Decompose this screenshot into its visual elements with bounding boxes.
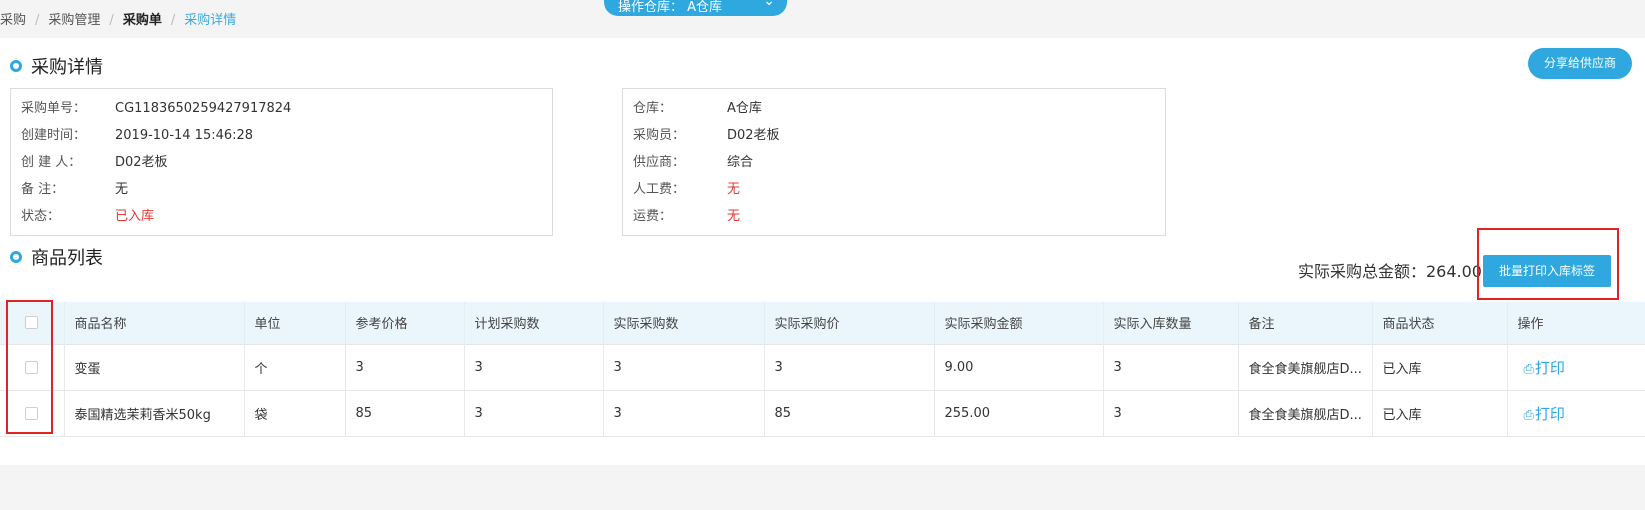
info-row-status: 状态： 已入库 bbox=[21, 207, 552, 234]
cell-status: 已入库 bbox=[1372, 389, 1508, 437]
column-header: 备注 bbox=[1238, 302, 1373, 344]
info-row-order-no: 采购单号： CG1183650259427917824 bbox=[21, 99, 552, 126]
breadcrumb-separator: / bbox=[35, 13, 40, 28]
table-row: 泰国精选茉莉香米50kg 袋 85 3 3 85 255.00 3 食全食美旗舰… bbox=[0, 389, 1645, 437]
cell-ref-price: 85 bbox=[345, 389, 465, 437]
info-row-freight: 运费： 无 bbox=[633, 207, 1165, 234]
cell-action: ⎙打印 bbox=[1507, 343, 1645, 391]
table-header-row: 商品名称 单位 参考价格 计划采购数 实际采购数 实际采购价 实际采购金额 实际… bbox=[0, 302, 1645, 344]
cell-name: 泰国精选茉莉香米50kg bbox=[64, 389, 245, 437]
info-value: 综合 bbox=[727, 155, 754, 170]
total-amount: 实际采购总金额：264.00 bbox=[1298, 262, 1482, 281]
column-header: 商品名称 bbox=[64, 302, 245, 344]
breadcrumb-item-purchase-order[interactable]: 采购单 bbox=[123, 13, 162, 28]
column-header: 实际采购金额 bbox=[934, 302, 1104, 344]
cell-ref-price: 3 bbox=[345, 343, 465, 391]
chevron-down-icon: ⌄ bbox=[763, 0, 775, 9]
info-row-creator: 创 建 人： D02老板 bbox=[21, 153, 552, 180]
info-value: CG1183650259427917824 bbox=[115, 101, 292, 116]
cell-in-qty: 3 bbox=[1103, 389, 1239, 437]
print-link-label: 打印 bbox=[1534, 358, 1565, 377]
info-row-supplier: 供应商： 综合 bbox=[633, 153, 1165, 180]
info-key: 创建时间： bbox=[21, 128, 87, 143]
cell-unit: 袋 bbox=[244, 389, 346, 437]
info-value: 2019-10-14 15:46:28 bbox=[115, 128, 254, 143]
info-row-created-time: 创建时间： 2019-10-14 15:46:28 bbox=[21, 126, 552, 153]
print-link[interactable]: ⎙打印 bbox=[1518, 359, 1565, 377]
info-value: 无 bbox=[727, 182, 741, 197]
info-row-remark: 备 注： 无 bbox=[21, 180, 552, 207]
section-title-text: 采购详情 bbox=[31, 57, 103, 78]
cell-plan-qty: 3 bbox=[464, 389, 604, 437]
status-value: 已入库 bbox=[115, 209, 155, 224]
cell-in-qty: 3 bbox=[1103, 343, 1239, 391]
column-header: 计划采购数 bbox=[464, 302, 604, 344]
info-key: 供应商： bbox=[633, 155, 686, 170]
order-info-box-left: 采购单号： CG1183650259427917824 创建时间： 2019-10-… bbox=[10, 88, 553, 236]
column-header: 实际采购数 bbox=[603, 302, 765, 344]
info-key: 备 注： bbox=[21, 182, 65, 197]
info-value: 无 bbox=[115, 182, 129, 197]
info-key: 运费： bbox=[633, 209, 673, 224]
printer-icon: ⎙ bbox=[1523, 407, 1534, 423]
section-dot-icon bbox=[10, 60, 22, 72]
breadcrumb-item-purchase-detail: 采购详情 bbox=[184, 13, 237, 28]
print-link[interactable]: ⎙打印 bbox=[1518, 405, 1565, 423]
column-header: 单位 bbox=[244, 302, 346, 344]
cell-remark: 食全食美旗舰店D... bbox=[1238, 389, 1373, 437]
info-key: 采购单号： bbox=[21, 101, 87, 116]
info-value: A仓库 bbox=[727, 101, 762, 116]
column-header: 实际入库数量 bbox=[1103, 302, 1239, 344]
info-row-warehouse: 仓库： A仓库 bbox=[633, 99, 1165, 126]
cell-plan-qty: 3 bbox=[464, 343, 604, 391]
printer-icon: ⎙ bbox=[1523, 361, 1534, 377]
cell-actual-price: 3 bbox=[764, 343, 935, 391]
info-value: 无 bbox=[727, 209, 741, 224]
section-title-details: 采购详情 bbox=[10, 53, 103, 79]
cell-remark: 食全食美旗舰店D... bbox=[1238, 343, 1373, 391]
table-row: 变蛋 个 3 3 3 3 9.00 3 食全食美旗舰店D... 已入库 ⎙打印 bbox=[0, 343, 1645, 391]
share-to-supplier-button[interactable]: 分享给供应商 bbox=[1528, 48, 1632, 79]
warehouse-selector-label: 操作仓库： bbox=[618, 0, 684, 15]
top-bar: 采购 / 采购管理 / 采购单 / 采购详情 操作仓库： A仓库 ⌄ bbox=[0, 0, 1645, 38]
info-key: 人工费： bbox=[633, 182, 686, 197]
info-key: 创 建 人： bbox=[21, 155, 82, 170]
cell-actual-amount: 9.00 bbox=[934, 343, 1104, 391]
print-link-label: 打印 bbox=[1534, 404, 1565, 423]
cell-unit: 个 bbox=[244, 343, 346, 391]
column-header: 操作 bbox=[1507, 302, 1645, 344]
section-title-text: 商品列表 bbox=[31, 248, 103, 269]
cell-name: 变蛋 bbox=[64, 343, 245, 391]
batch-print-labels-button[interactable]: 批量打印入库标签 bbox=[1483, 255, 1611, 287]
warehouse-selector-value: A仓库 bbox=[687, 0, 723, 15]
info-row-labor-fee: 人工费： 无 bbox=[633, 180, 1165, 207]
section-dot-icon bbox=[10, 251, 22, 263]
warehouse-selector[interactable]: 操作仓库： A仓库 ⌄ bbox=[604, 0, 787, 16]
cell-actual-price: 85 bbox=[764, 389, 935, 437]
cell-actual-qty: 3 bbox=[603, 343, 765, 391]
order-info-box-right: 仓库： A仓库 采购员： D02老板 供应商： 综合 人工费： 无 运费： 无 bbox=[622, 88, 1166, 236]
highlight-box-checkboxes bbox=[6, 300, 53, 434]
info-key: 状态： bbox=[21, 209, 61, 224]
detail-panel: 采购详情 分享给供应商 采购单号： CG1183650259427917824 创… bbox=[0, 38, 1645, 465]
column-header: 实际采购价 bbox=[764, 302, 935, 344]
breadcrumb-separator: / bbox=[170, 13, 176, 28]
info-value: D02老板 bbox=[727, 128, 780, 143]
breadcrumb-item-purchase[interactable]: 采购 bbox=[0, 13, 26, 28]
breadcrumb: 采购 / 采购管理 / 采购单 / 采购详情 bbox=[0, 9, 236, 28]
section-title-goods: 商品列表 bbox=[10, 244, 103, 270]
cell-actual-qty: 3 bbox=[603, 389, 765, 437]
cell-status: 已入库 bbox=[1372, 343, 1508, 391]
breadcrumb-item-purchase-management[interactable]: 采购管理 bbox=[48, 13, 100, 28]
cell-actual-amount: 255.00 bbox=[934, 389, 1104, 437]
column-header: 参考价格 bbox=[345, 302, 465, 344]
column-header: 商品状态 bbox=[1372, 302, 1508, 344]
info-value: D02老板 bbox=[115, 155, 168, 170]
goods-table: 商品名称 单位 参考价格 计划采购数 实际采购数 实际采购价 实际采购金额 实际… bbox=[0, 302, 1645, 437]
cell-action: ⎙打印 bbox=[1507, 389, 1645, 437]
breadcrumb-separator: / bbox=[109, 13, 114, 28]
info-key: 仓库： bbox=[633, 101, 673, 116]
info-key: 采购员： bbox=[633, 128, 686, 143]
info-row-buyer: 采购员： D02老板 bbox=[633, 126, 1165, 153]
